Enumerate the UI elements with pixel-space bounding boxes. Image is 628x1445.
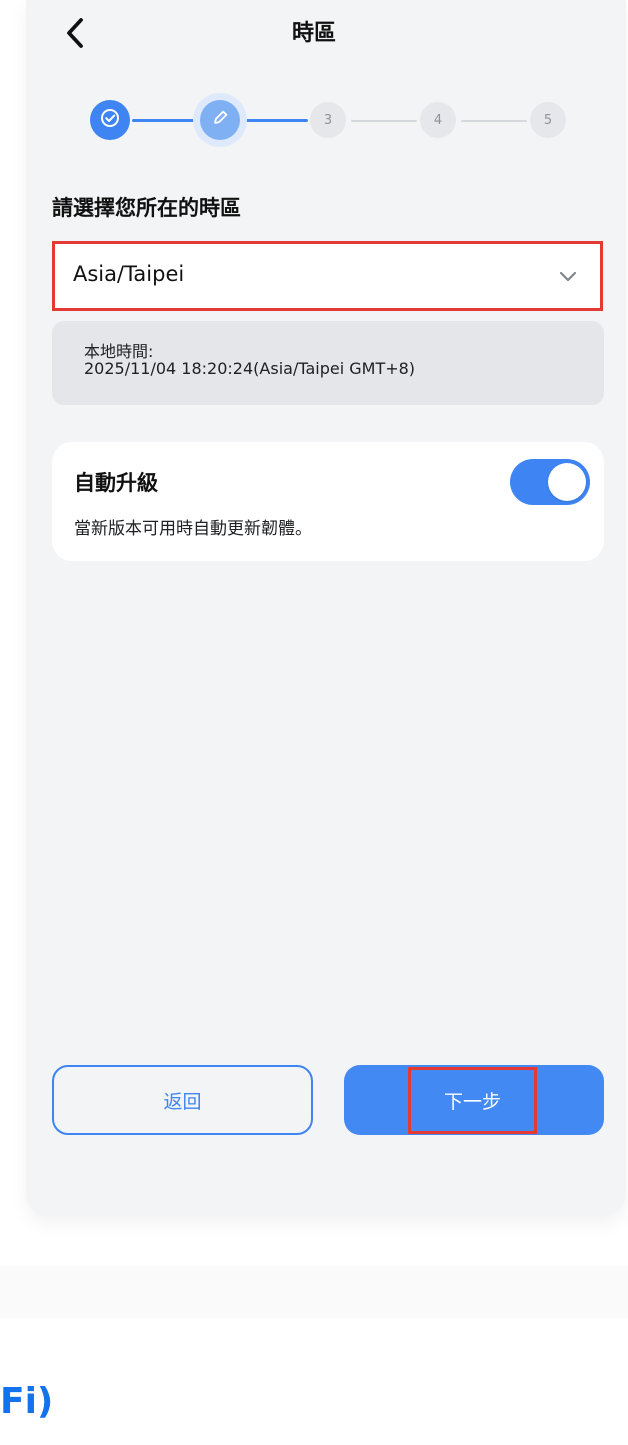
- pencil-icon: [209, 107, 231, 133]
- auto-upgrade-toggle[interactable]: [510, 459, 590, 505]
- next-button-label: 下一步: [408, 1067, 537, 1134]
- step-4: 4: [420, 102, 456, 138]
- partial-footer-text: Fi): [0, 1381, 54, 1422]
- back-button[interactable]: 返回: [52, 1065, 313, 1135]
- auto-upgrade-title: 自動升級: [74, 471, 158, 495]
- auto-upgrade-card: 自動升級 當新版本可用時自動更新韌體。: [52, 442, 604, 561]
- timezone-section-label: 請選擇您所在的時區: [52, 196, 241, 220]
- step-connector-3-4: [351, 120, 417, 122]
- check-icon: [99, 107, 121, 133]
- timezone-select[interactable]: Asia/Taipei: [52, 241, 603, 311]
- chevron-down-icon: [556, 264, 580, 288]
- setup-stepper: 3 4 5: [0, 93, 628, 148]
- step-connector-2-3: [244, 119, 308, 122]
- step-5: 5: [530, 102, 566, 138]
- step-connector-1-2: [132, 119, 194, 122]
- local-time-box: 本地時間: 2025/11/04 18:20:24(Asia/Taipei GM…: [52, 321, 604, 405]
- next-button[interactable]: 下一步: [344, 1065, 604, 1135]
- timezone-setup-card: [26, 0, 626, 1216]
- page-title: 時區: [291, 21, 336, 46]
- step-3: 3: [310, 102, 346, 138]
- step-1-completed: [90, 100, 130, 140]
- toggle-knob: [548, 463, 586, 501]
- step-connector-4-5: [461, 120, 527, 122]
- step-2-current: [200, 100, 240, 140]
- timezone-selected-value: Asia/Taipei: [73, 262, 185, 286]
- bottom-band: [0, 1266, 628, 1318]
- local-time-value: 2025/11/04 18:20:24(Asia/Taipei GMT+8): [84, 359, 416, 378]
- auto-upgrade-description: 當新版本可用時自動更新韌體。: [74, 519, 312, 539]
